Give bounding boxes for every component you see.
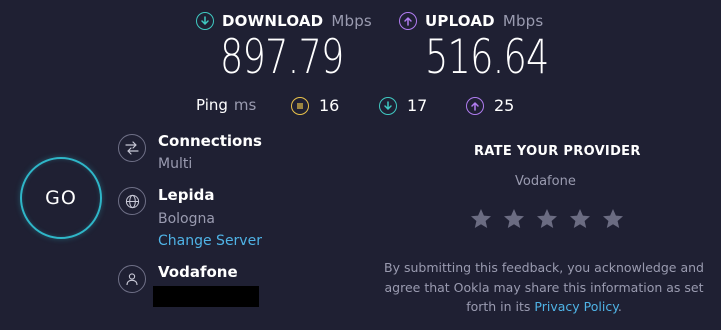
privacy-policy-link[interactable]: Privacy Policy: [534, 299, 617, 314]
connections-title: Connections: [158, 132, 262, 150]
change-server-link[interactable]: Change Server: [158, 233, 262, 249]
connections-icon: [118, 134, 146, 162]
upload-label: UPLOAD: [425, 12, 495, 30]
ping-download: 17: [379, 96, 427, 115]
ping-upload: 25: [466, 96, 514, 115]
upload-arrow-icon: [399, 12, 417, 30]
globe-icon: [118, 187, 146, 215]
ping-unit: ms: [233, 96, 257, 114]
idle-latency-icon: [291, 96, 309, 115]
download-unit: Mbps: [331, 12, 372, 30]
go-button[interactable]: GO: [20, 157, 102, 239]
feedback-disclaimer: By submitting this feedback, you acknowl…: [383, 258, 705, 317]
star-rating: [469, 207, 625, 231]
upload-value: 516.64: [425, 30, 549, 85]
download-value: 897.79: [220, 30, 344, 85]
ping-upload-value: 25: [494, 96, 515, 115]
server-name: Lepida: [158, 186, 215, 204]
user-icon: [118, 265, 146, 293]
rate-title: RATE YOUR PROVIDER: [474, 144, 641, 159]
redacted-ip-block: [153, 286, 259, 307]
disclaimer-end: .: [617, 299, 622, 314]
upload-header: UPLOAD Mbps: [399, 12, 543, 30]
ping-idle-value: 16: [319, 96, 340, 115]
download-header: DOWNLOAD Mbps: [196, 12, 372, 30]
connections-value[interactable]: Multi: [158, 156, 192, 172]
ping-idle: 16: [291, 96, 339, 115]
ping-download-value: 17: [407, 96, 428, 115]
star-icon[interactable]: [469, 207, 493, 231]
provider-name: Vodafone: [158, 263, 238, 281]
ping-row: Ping ms: [196, 96, 256, 114]
download-latency-icon: [379, 96, 397, 115]
download-label: DOWNLOAD: [222, 12, 324, 30]
server-location: Bologna: [158, 211, 215, 227]
upload-unit: Mbps: [502, 12, 544, 30]
ping-label: Ping: [196, 96, 228, 114]
go-button-label: GO: [45, 187, 77, 209]
star-icon[interactable]: [502, 207, 526, 231]
upload-latency-icon: [466, 96, 484, 115]
star-icon[interactable]: [535, 207, 559, 231]
download-arrow-icon: [196, 12, 214, 30]
star-icon[interactable]: [568, 207, 592, 231]
rate-provider-name: Vodafone: [515, 174, 576, 189]
star-icon[interactable]: [601, 207, 625, 231]
